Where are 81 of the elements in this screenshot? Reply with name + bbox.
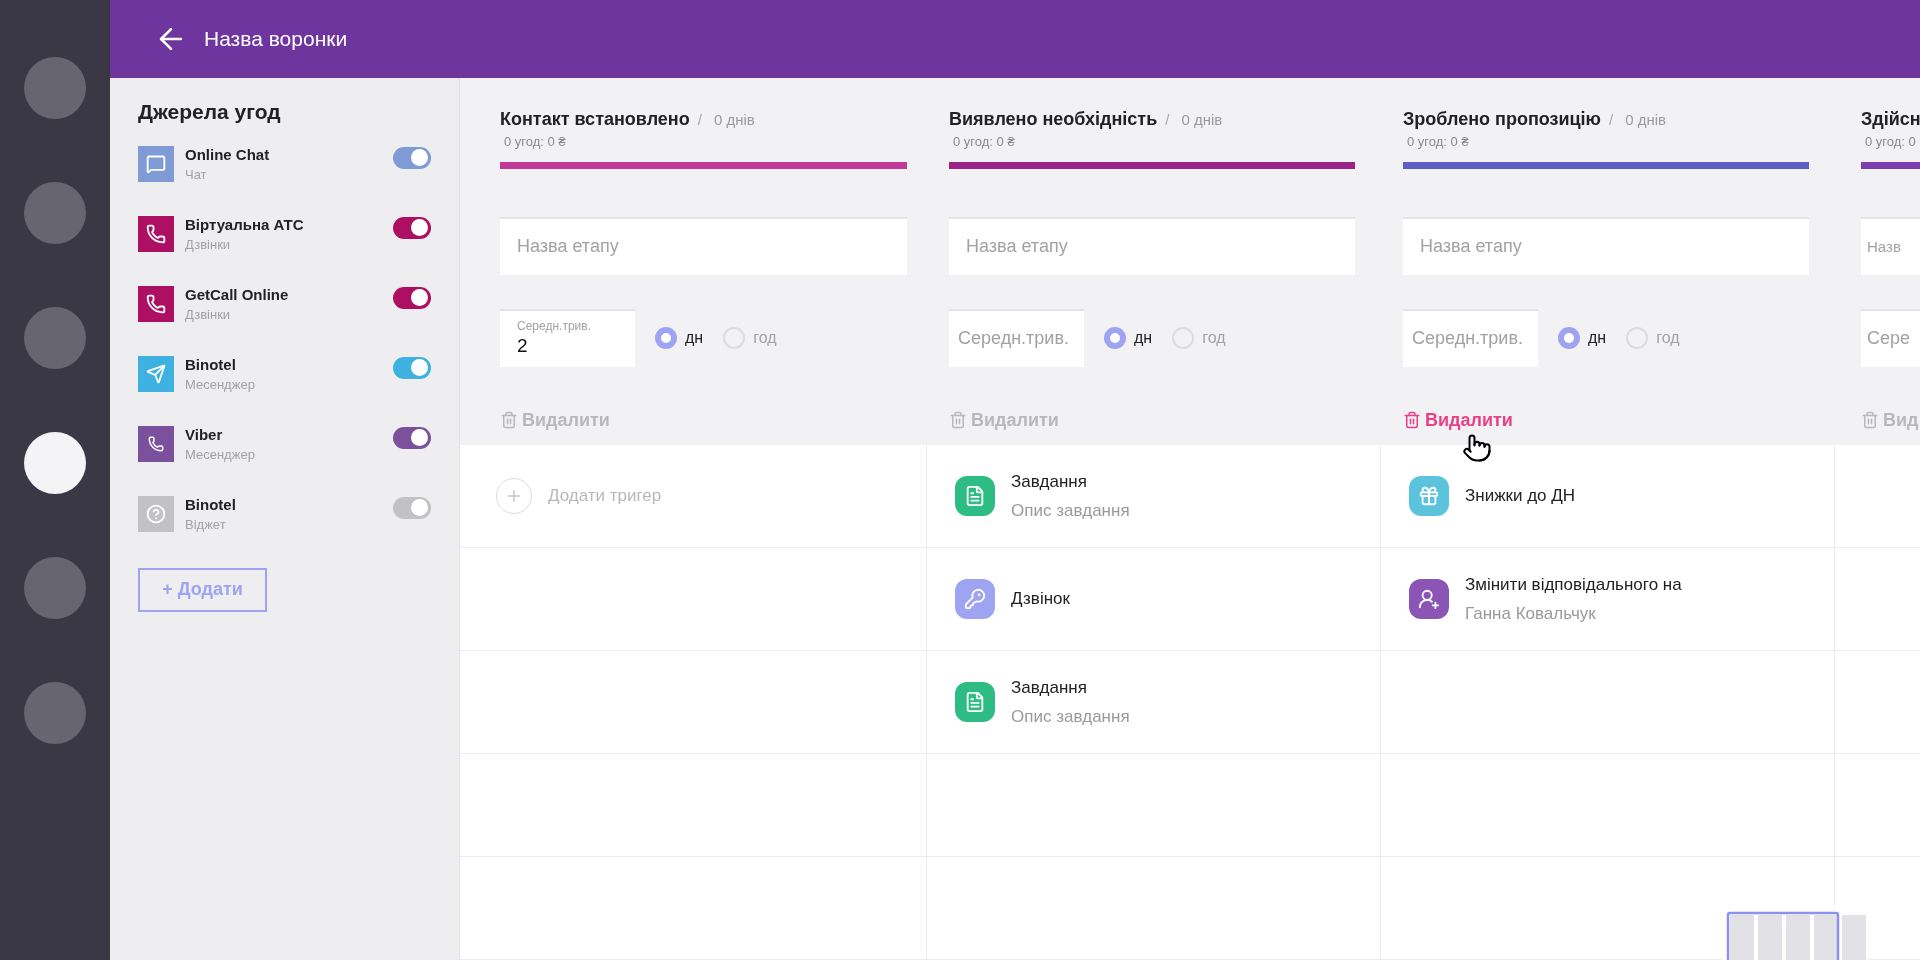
separator: /: [1165, 110, 1170, 130]
source-type: Месенджер: [185, 377, 256, 394]
radio-button[interactable]: [1104, 326, 1126, 349]
card-title: Змінити відповідального на: [1465, 573, 1682, 596]
stage-name-field[interactable]: Назва етапу: [500, 216, 907, 275]
stage-summary: 0 угод: 0 ₴: [952, 133, 1016, 151]
source-name: GetCall Online: [185, 285, 290, 305]
source-name: Online Chat: [185, 145, 271, 165]
stage-summary: 0 угод: 0 ₴: [503, 133, 567, 151]
stage-name-field[interactable]: Назва етапу: [1403, 216, 1809, 275]
stage-title: Зроблено пропозицію: [1403, 108, 1601, 131]
document-icon: [955, 476, 995, 516]
card-title: Завдання: [1011, 470, 1088, 493]
card-title: Завдання: [1011, 676, 1088, 699]
card-subtitle: Ганна Ковальчук: [1465, 603, 1597, 625]
stage-summary: 0 угод: 0: [1864, 133, 1917, 151]
toggle-switch[interactable]: [393, 286, 431, 309]
phone-icon: [146, 293, 166, 314]
card-title: Знижки до ДН: [1465, 485, 1576, 508]
source-name: Binotel: [185, 495, 237, 515]
chat-icon: [146, 153, 166, 174]
document-icon: [955, 682, 995, 722]
user-arrow-icon: [1409, 579, 1449, 619]
desk-phone-icon: [146, 223, 166, 244]
question-icon: [146, 503, 166, 524]
source-type: Дзвінки: [185, 237, 232, 254]
delete-button[interactable]: Видалити: [949, 406, 1059, 434]
radio-label: год: [1202, 327, 1226, 348]
page-title: Назва воронки: [204, 26, 348, 53]
stage-name-field[interactable]: Назва етапу: [949, 216, 1355, 275]
source-name: Binotel: [185, 355, 237, 375]
source-name: Віртуальна АТС: [185, 215, 305, 235]
card-subtitle: Опис завдання: [1011, 706, 1130, 728]
source-type: Чат: [185, 167, 208, 184]
source-type: Месенджер: [185, 447, 256, 464]
toggle-switch[interactable]: [393, 146, 431, 169]
delete-button[interactable]: Видалити: [500, 406, 610, 434]
stage-duration: 0 днів: [1181, 110, 1223, 130]
toggle-switch[interactable]: [393, 426, 431, 449]
trash-icon: [1861, 411, 1879, 429]
stage-duration: 0 днів: [713, 110, 755, 130]
radio-button[interactable]: [655, 326, 677, 349]
hand-cursor-icon: [1462, 433, 1492, 463]
source-type: Віджет: [185, 517, 227, 534]
duration-field[interactable]: Середн.трив.: [949, 308, 1084, 367]
stage-duration: 0 днів: [1625, 110, 1666, 130]
gift-icon: [1409, 476, 1449, 516]
card-subtitle: Опис завдання: [1011, 500, 1130, 522]
source-name: Viber: [185, 425, 224, 445]
radio-label: год: [1656, 327, 1680, 348]
stage-title: Виявлено необхідність: [949, 108, 1158, 131]
duration-field[interactable]: Середн.трив.: [1403, 308, 1538, 367]
delete-button[interactable]: Вид: [1861, 406, 1919, 434]
phone-bubble-icon: [148, 435, 164, 452]
trash-icon: [1403, 411, 1421, 429]
add-trigger-link[interactable]: Додати тригер: [548, 483, 662, 509]
paper-plane-icon: [146, 363, 166, 384]
trash-icon: [949, 411, 967, 429]
toggle-switch[interactable]: [393, 496, 431, 519]
sources-title: Джерела угод: [138, 99, 282, 125]
radio-label: дн: [1588, 327, 1607, 348]
delete-button[interactable]: Видалити: [1403, 406, 1513, 434]
toggle-switch[interactable]: [393, 356, 431, 379]
radio-button[interactable]: [1558, 326, 1580, 349]
radio-label: год: [753, 327, 777, 348]
card-title: Дзвінок: [1011, 588, 1070, 611]
separator: /: [1608, 110, 1614, 130]
add-button[interactable]: + Додати: [138, 567, 267, 612]
stage-name-field[interactable]: Назв: [1861, 216, 1920, 275]
stage-summary: 0 угод: 0 ₴: [1406, 133, 1470, 151]
key-icon: [955, 579, 995, 619]
duration-field[interactable]: Середн.трив. 2: [500, 308, 635, 367]
stage-title: Здійсн: [1861, 108, 1920, 131]
source-type: Дзвінки: [185, 307, 232, 324]
radio-label: дн: [685, 327, 704, 348]
stage-title: Контакт встановлено: [500, 108, 690, 131]
separator: /: [697, 110, 702, 130]
toggle-switch[interactable]: [393, 216, 431, 239]
radio-label: дн: [1134, 327, 1153, 348]
duration-field[interactable]: Сере: [1861, 308, 1920, 367]
trash-icon: [500, 411, 518, 429]
